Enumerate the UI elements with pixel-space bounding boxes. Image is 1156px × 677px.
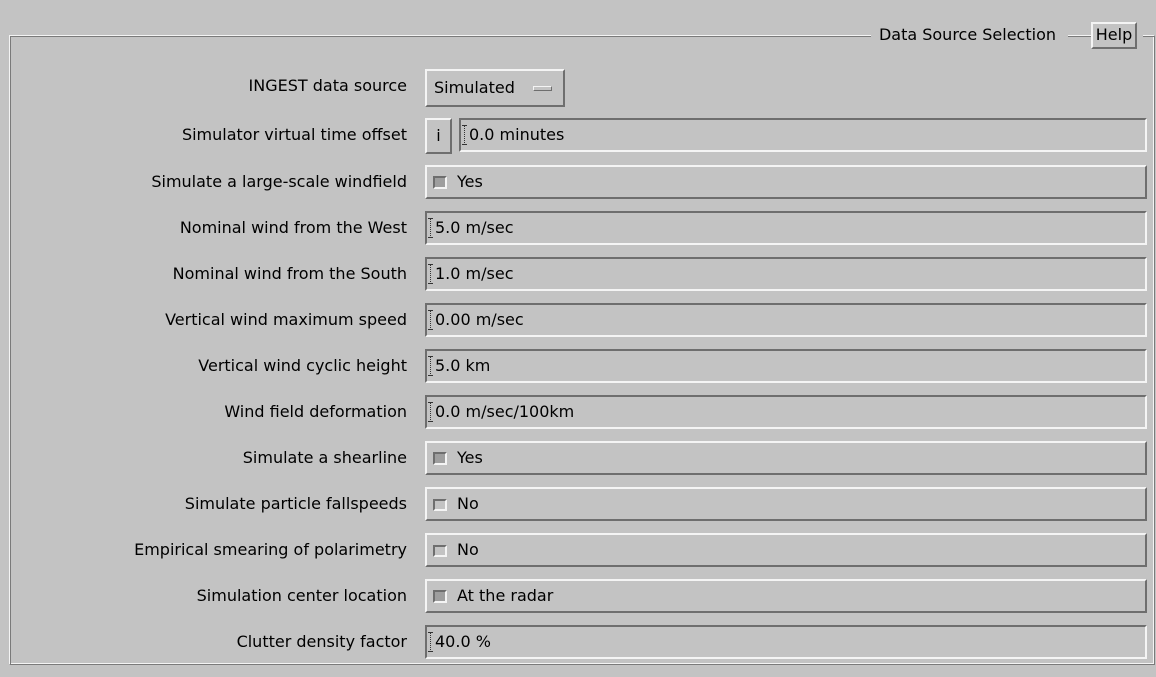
setting-value: 5.0 km <box>435 356 491 375</box>
checkbox-checked-icon <box>433 176 447 189</box>
checkbox-checked-icon <box>433 590 447 603</box>
help-button[interactable]: Help <box>1091 22 1137 49</box>
setting-value: 40.0 % <box>435 632 491 651</box>
checkbox-unchecked-icon <box>433 545 447 557</box>
setting-value: No <box>457 540 479 559</box>
setting-field[interactable]: 5.0 m/sec <box>425 211 1147 245</box>
setting-value: 0.0 m/sec/100km <box>435 402 575 421</box>
setting-label: Simulation center location <box>196 586 407 605</box>
ingest-source-menu[interactable]: Simulated <box>425 69 565 107</box>
setting-label: Wind field deformation <box>224 402 407 421</box>
setting-row: Nominal wind from the South 1.0 m/sec <box>0 257 1156 291</box>
setting-label: Vertical wind maximum speed <box>165 310 407 329</box>
setting-value: 5.0 m/sec <box>435 218 514 237</box>
setting-row: Simulate a large-scale windfield Yes <box>0 165 1156 199</box>
frame-title: Data Source Selection <box>870 24 1068 46</box>
setting-field[interactable]: 5.0 km <box>425 349 1147 383</box>
time-offset-label: Simulator virtual time offset <box>181 125 407 144</box>
setting-label: Vertical wind cyclic height <box>198 356 407 375</box>
setting-toggle[interactable]: No <box>425 487 1147 521</box>
row-ingest-source: INGEST data source Simulated <box>0 69 1156 107</box>
setting-row: Simulation center location At the radar <box>0 579 1156 613</box>
setting-label: Nominal wind from the West <box>179 218 407 237</box>
row-time-offset: Simulator virtual time offset i 0.0 minu… <box>0 118 1156 154</box>
setting-label: Clutter density factor <box>236 632 407 651</box>
setting-label: Simulate particle fallspeeds <box>184 494 407 513</box>
setting-row: Vertical wind cyclic height 5.0 km <box>0 349 1156 383</box>
setting-value: 1.0 m/sec <box>435 264 514 283</box>
setting-row: Vertical wind maximum speed 0.00 m/sec <box>0 303 1156 337</box>
setting-row: Wind field deformation 0.0 m/sec/100km <box>0 395 1156 429</box>
setting-field[interactable]: 1.0 m/sec <box>425 257 1147 291</box>
setting-field[interactable]: 40.0 % <box>425 625 1147 659</box>
setting-row: Empirical smearing of polarimetry No <box>0 533 1156 567</box>
frame-edge-gap <box>1137 22 1143 49</box>
setting-toggle[interactable]: Yes <box>425 441 1147 475</box>
ingest-source-value: Simulated <box>434 78 515 97</box>
checkbox-checked-icon <box>433 452 447 465</box>
setting-row: Clutter density factor 40.0 % <box>0 625 1156 659</box>
setting-row: Simulate a shearline Yes <box>0 441 1156 475</box>
option-menu-indicator-icon <box>533 86 552 91</box>
time-offset-info-button[interactable]: i <box>425 118 452 154</box>
ingest-source-label: INGEST data source <box>248 76 407 95</box>
checkbox-unchecked-icon <box>433 499 447 511</box>
setting-value: Yes <box>457 448 483 467</box>
time-offset-value: 0.0 minutes <box>469 125 565 144</box>
setting-value: 0.00 m/sec <box>435 310 524 329</box>
setting-row: Simulate particle fallspeeds No <box>0 487 1156 521</box>
setting-label: Simulate a shearline <box>242 448 407 467</box>
setting-toggle[interactable]: No <box>425 533 1147 567</box>
setting-toggle[interactable]: Yes <box>425 165 1147 199</box>
setting-row: Nominal wind from the West 5.0 m/sec <box>0 211 1156 245</box>
setting-label: Nominal wind from the South <box>172 264 407 283</box>
time-offset-field[interactable]: 0.0 minutes <box>459 118 1147 152</box>
setting-toggle[interactable]: At the radar <box>425 579 1147 613</box>
setting-field[interactable]: 0.00 m/sec <box>425 303 1147 337</box>
setting-label: Simulate a large-scale windfield <box>151 172 407 191</box>
setting-field[interactable]: 0.0 m/sec/100km <box>425 395 1147 429</box>
setting-value: At the radar <box>457 586 554 605</box>
setting-value: No <box>457 494 479 513</box>
setting-label: Empirical smearing of polarimetry <box>134 540 407 559</box>
setting-value: Yes <box>457 172 483 191</box>
